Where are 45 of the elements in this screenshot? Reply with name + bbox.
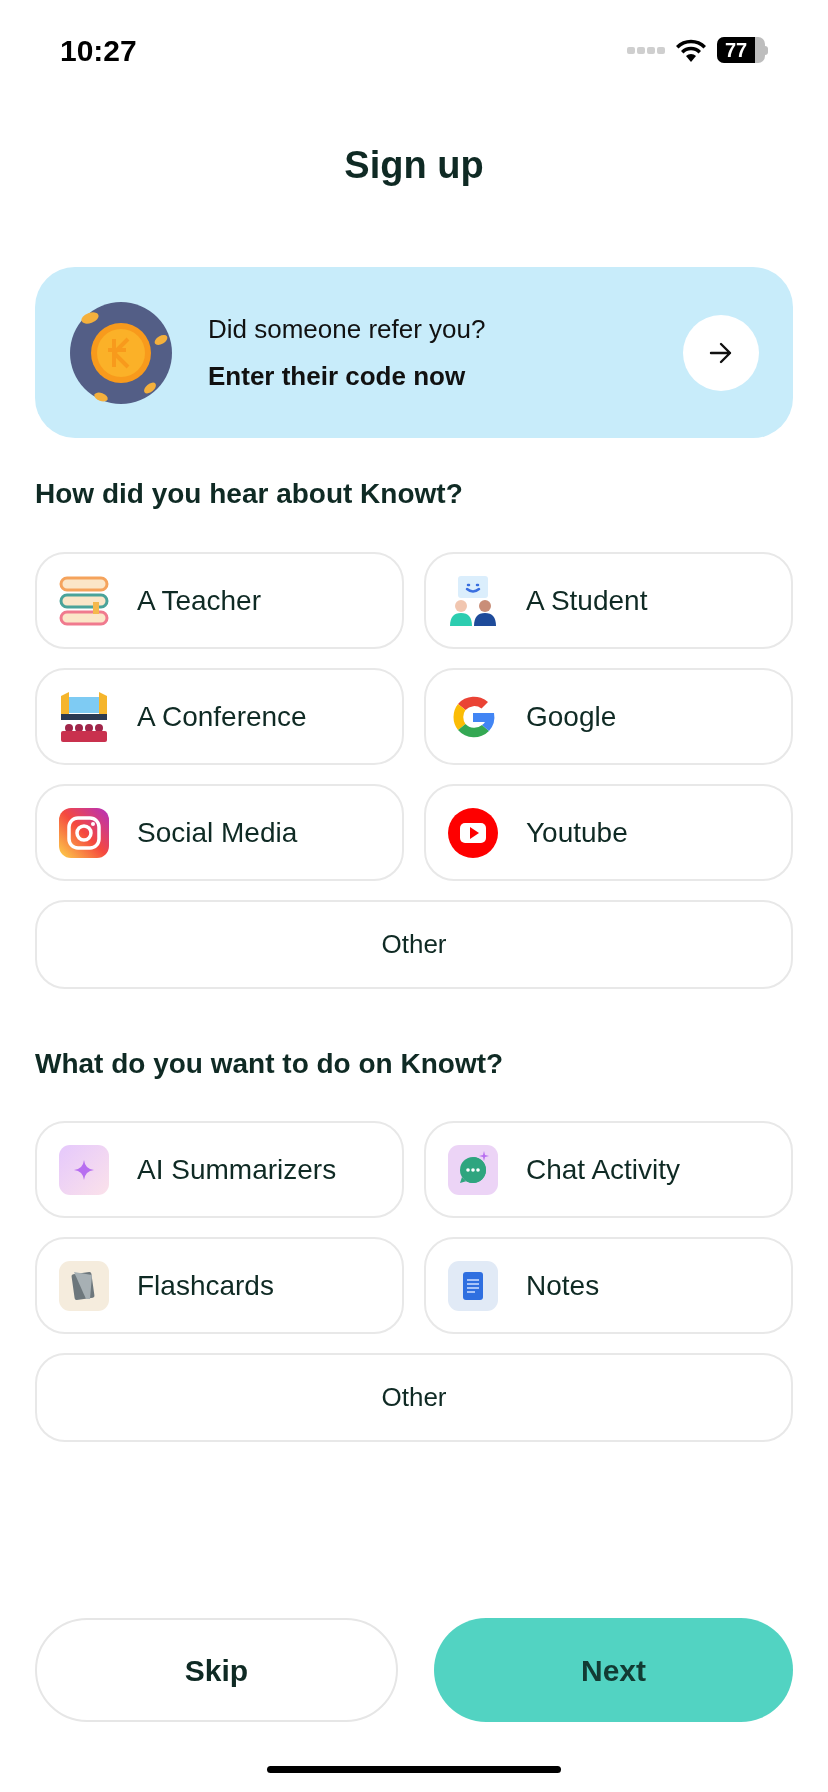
option-label: A Conference [137, 699, 307, 734]
option-card[interactable]: A Student [424, 552, 793, 649]
option-label: Notes [526, 1268, 600, 1303]
option-label: Google [526, 699, 617, 734]
section-heading: How did you hear about Knowt? [35, 477, 464, 511]
books-icon [59, 575, 109, 626]
option-card[interactable]: Flashcards [35, 1237, 404, 1334]
battery-level: 77 [724, 38, 748, 63]
option-label: A Teacher [137, 583, 262, 618]
page-title: Sign up [344, 142, 484, 188]
option-label: Chat Activity [526, 1152, 681, 1187]
wifi-icon [675, 38, 707, 62]
option-card[interactable]: Social Media [35, 784, 404, 881]
referral-question: Did someone refer you? [208, 312, 487, 346]
option-card[interactable]: A Conference [35, 668, 404, 765]
people-icon [448, 575, 498, 626]
signal-icon [627, 45, 665, 55]
option-label: Social Media [137, 815, 298, 850]
coin-icon [70, 301, 172, 404]
chat-bubble-icon [448, 1144, 498, 1195]
sparkle-icon [59, 1144, 109, 1195]
play-icon [448, 807, 498, 858]
option-card[interactable]: Notes [424, 1237, 793, 1334]
camera-icon [59, 807, 109, 858]
next-button[interactable]: Next [434, 1618, 793, 1722]
option-label: A Student [526, 583, 648, 618]
option-label: AI Summarizers [137, 1152, 337, 1187]
stage-icon [59, 691, 109, 742]
option-card[interactable]: Google [424, 668, 793, 765]
section-heading: What do you want to do on Knowt? [35, 1047, 505, 1081]
status-time: 10:27 [60, 32, 137, 69]
arrow-right-icon [709, 341, 733, 364]
referral-action: Enter their code now [208, 359, 467, 393]
other-button[interactable]: Other [35, 1353, 793, 1442]
option-card[interactable]: Chat Activity [424, 1121, 793, 1218]
option-card[interactable]: AI Summarizers [35, 1121, 404, 1218]
option-card[interactable]: A Teacher [35, 552, 404, 649]
referral-card[interactable]: Did someone refer you? Enter their code now [35, 267, 793, 438]
cards-icon [59, 1260, 109, 1311]
skip-button[interactable]: Skip [35, 1618, 398, 1722]
document-icon [448, 1260, 498, 1311]
option-card[interactable]: Youtube [424, 784, 793, 881]
option-label: Youtube [526, 815, 628, 850]
other-button[interactable]: Other [35, 900, 793, 989]
option-label: Flashcards [137, 1268, 274, 1303]
